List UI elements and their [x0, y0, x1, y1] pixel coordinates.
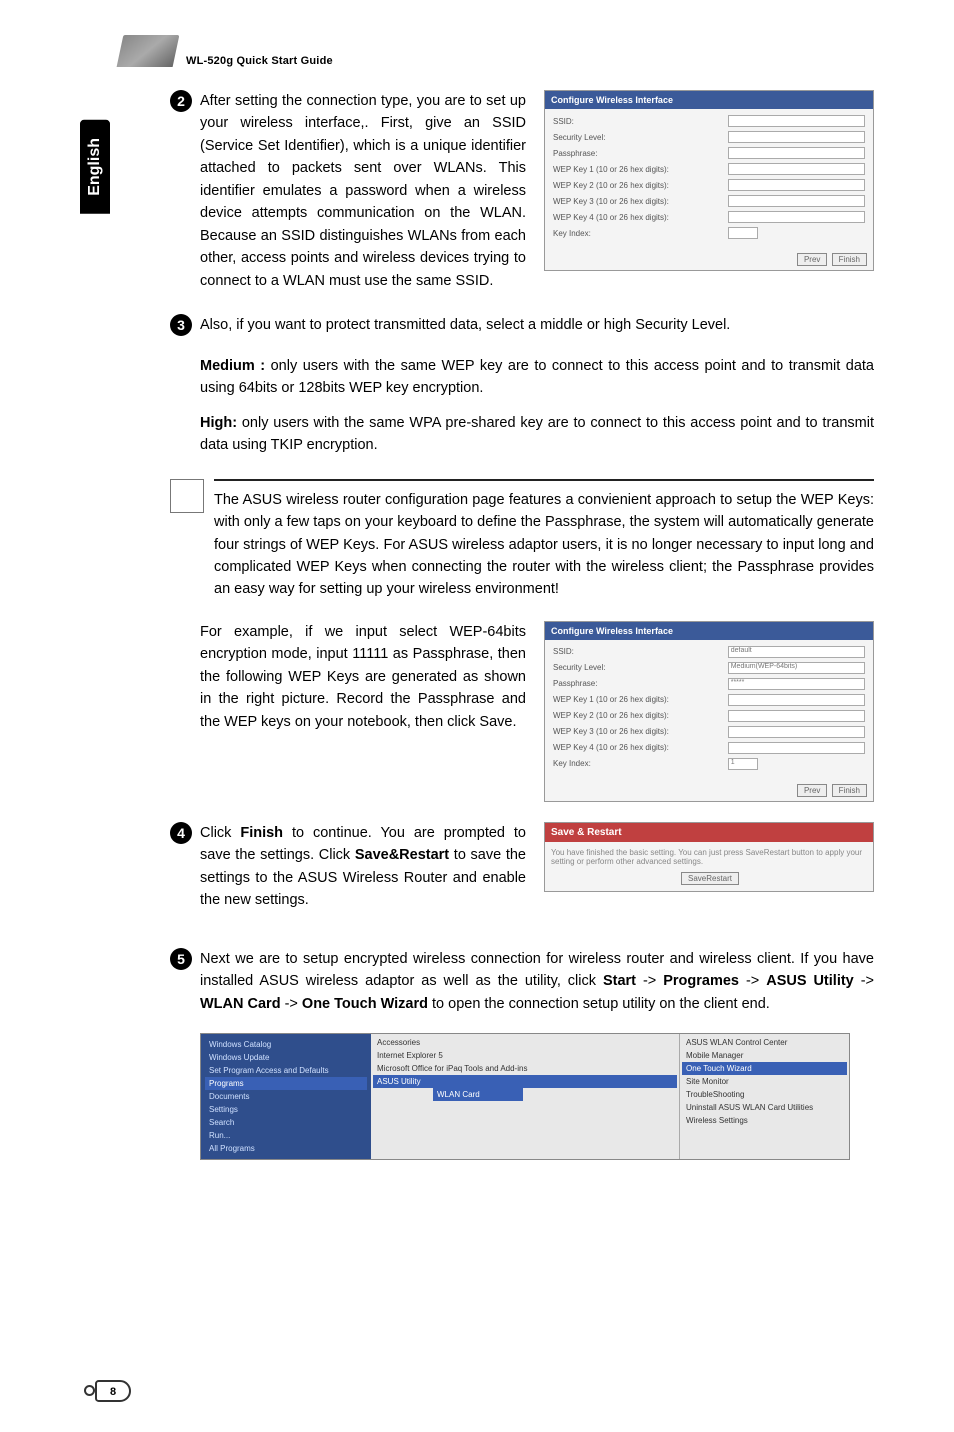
badge-3: 3: [170, 314, 192, 336]
badge-4: 4: [170, 822, 192, 844]
shot-header: Configure Wireless Interface: [545, 91, 873, 109]
screenshot-save-restart: Save & Restart You have finished the bas…: [544, 822, 874, 892]
step-5: 5 Next we are to setup encrypted wireles…: [170, 948, 874, 1015]
step-3-intro: Also, if you want to protect transmitted…: [200, 314, 730, 336]
prev-button: Prev: [797, 253, 827, 266]
save-restart-button: SaveRestart: [681, 872, 739, 885]
step-4: 4 Click Finish to continue. You are prom…: [170, 822, 526, 912]
note-block: The ASUS wireless router configuration p…: [170, 479, 874, 601]
brand-logo: [117, 35, 180, 67]
screenshot-start-menu: Windows Catalog Windows Update Set Progr…: [200, 1033, 850, 1160]
screenshot-wireless-interface-2: Configure Wireless Interface SSID:defaul…: [544, 621, 874, 802]
badge-2: 2: [170, 90, 192, 112]
step-2-text: After setting the connection type, you a…: [200, 90, 526, 292]
header-area: WL-520g Quick Start Guide: [120, 35, 333, 67]
page-bullet: [84, 1385, 95, 1396]
finish-button: Finish: [832, 253, 867, 266]
medium-paragraph: Medium : only users with the same WEP ke…: [200, 355, 874, 400]
badge-5: 5: [170, 948, 192, 970]
high-paragraph: High: only users with the same WPA pre-s…: [200, 412, 874, 457]
guide-title: WL-520g Quick Start Guide: [186, 55, 333, 67]
step-3: 3 Also, if you want to protect transmitt…: [170, 314, 874, 336]
screenshot-wireless-interface-1: Configure Wireless Interface SSID: Secur…: [544, 90, 874, 271]
pencil-icon: [170, 479, 204, 513]
language-tab: English: [80, 120, 110, 214]
example-text: For example, if we input select WEP-64bi…: [200, 621, 526, 733]
step-2: 2 After setting the connection type, you…: [170, 90, 526, 292]
page-number: 8: [95, 1380, 131, 1402]
